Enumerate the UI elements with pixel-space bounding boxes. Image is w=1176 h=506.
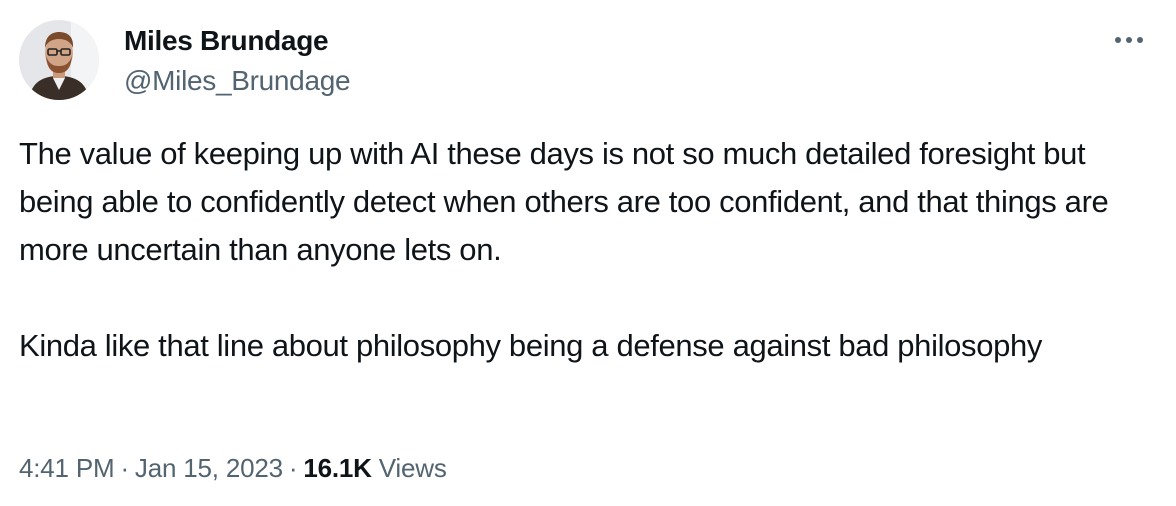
tweet-paragraph-2: Kinda like that line about philosophy be… — [19, 328, 1043, 363]
tweet-card: Miles Brundage @Miles_Brundage The value… — [0, 0, 1176, 506]
tweet-paragraph-1: The value of keeping up with AI these da… — [19, 136, 1109, 267]
more-options-icon[interactable] — [1110, 24, 1154, 56]
views-count: 16.1K — [303, 453, 372, 483]
tweet-text: The value of keeping up with AI these da… — [19, 130, 1139, 370]
views-label: Views — [378, 453, 447, 483]
author-avatar[interactable] — [19, 20, 99, 100]
meta-separator-2: · — [288, 453, 298, 483]
tweet-date[interactable]: Jan 15, 2023 — [135, 453, 283, 483]
avatar-photo — [19, 20, 99, 100]
author-name[interactable]: Miles Brundage — [124, 24, 329, 58]
meta-separator: · — [120, 453, 129, 483]
author-handle[interactable]: @Miles_Brundage — [124, 64, 351, 98]
tweet-meta: 4:41 PM · Jan 15, 2023 · 16.1K Views — [19, 451, 447, 485]
tweet-time[interactable]: 4:41 PM — [19, 453, 115, 483]
